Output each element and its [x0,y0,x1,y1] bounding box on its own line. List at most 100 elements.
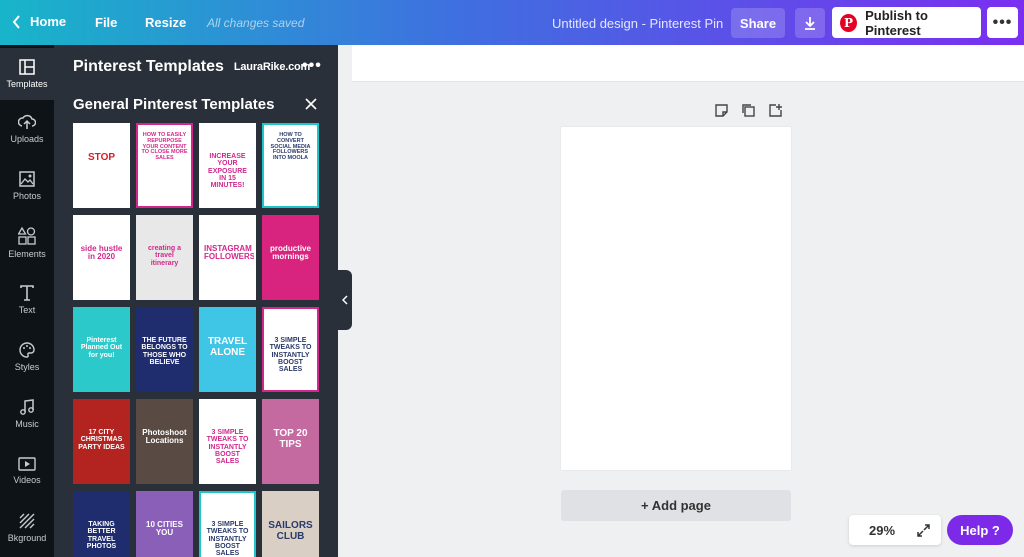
rail-item-styles[interactable]: Styles [0,331,54,383]
rail-label: Text [18,305,36,315]
resize-menu[interactable]: Resize [145,15,186,30]
text-icon [20,285,34,301]
template-thumbnail-text: 3 SIMPLE TWEAKS TO INSTANTLY BOOST SALES [269,337,312,374]
page-tools [714,103,783,118]
template-thumbnail-text: creating a travel itinerary [147,245,182,267]
publish-label: Publish to Pinterest [865,7,928,38]
panel-site-label: LauraRike.com [233,61,311,73]
close-section-button[interactable] [305,97,317,115]
document-title[interactable]: Untitled design - Pinterest Pin [552,16,723,31]
elements-icon [18,227,36,245]
download-icon [805,17,815,30]
template-thumbnail-text: 10 CITIES YOU [146,520,183,538]
template-thumbnail[interactable]: productive mornings [262,215,319,300]
rail-item-uploads[interactable]: Uploads [0,103,54,155]
pinterest-logo-icon: P [840,13,858,32]
top-bar: Home File Resize All changes saved Untit… [0,0,1024,45]
rail-label: Bkground [7,533,47,543]
design-page[interactable] [561,127,791,470]
photo-icon [19,171,35,187]
template-thumbnail[interactable]: 17 CITY CHRISTMAS PARTY IDEAS [73,399,130,484]
template-thumbnail-text: INCREASE YOUR EXPOSURE IN 15 MINUTES! [208,153,247,190]
rail-item-videos[interactable]: Videos [0,445,54,497]
template-thumbnail[interactable]: INCREASE YOUR EXPOSURE IN 15 MINUTES! [199,123,256,208]
template-thumbnail-text: 3 SIMPLE TWEAKS TO INSTANTLY BOOST SALES [206,521,249,557]
rail-label: Uploads [10,134,44,144]
zoom-control[interactable]: 29% [849,515,941,545]
section-title: General Pinterest Templates [73,96,275,113]
template-thumbnail[interactable]: THE FUTURE BELONGS TO THOSE WHO BELIEVE [136,307,193,392]
template-thumbnail-text: STOP [87,152,116,163]
template-thumbnail[interactable]: TRAVEL ALONE [199,307,256,392]
template-thumbnail[interactable]: TOP 20 TIPS [262,399,319,484]
publish-to-pinterest-button[interactable]: P Publish to Pinterest [832,7,981,38]
file-menu[interactable]: File [95,15,117,30]
notes-icon[interactable] [714,103,729,118]
collapse-panel-button[interactable] [338,270,352,330]
side-rail: Templates Uploads Photos Elements Text S… [0,45,54,557]
rail-label: Music [15,419,39,429]
template-thumbnail[interactable]: INSTAGRAM FOLLOWERS [199,215,256,300]
template-thumbnail[interactable]: Pinterest Planned Out for you! [73,307,130,392]
template-thumbnail[interactable]: creating a travel itinerary [136,215,193,300]
download-button[interactable] [795,8,825,38]
home-button[interactable]: Home [12,14,66,29]
rail-item-bkground[interactable]: Bkground [0,502,54,554]
template-thumbnail[interactable]: side hustle in 2020 [73,215,130,300]
template-thumbnail-text: TOP 20 TIPS [273,428,308,450]
upload-cloud-icon [18,114,36,129]
add-page-button[interactable]: + Add page [561,490,791,521]
rail-item-music[interactable]: Music [0,388,54,440]
template-thumbnail[interactable]: 10 CITIES YOU [136,491,193,557]
rail-item-text[interactable]: Text [0,274,54,326]
rail-item-photos[interactable]: Photos [0,160,54,212]
canvas-toolbar [352,45,1024,82]
templates-icon [19,59,35,75]
share-button[interactable]: Share [731,8,785,38]
rail-label: Styles [14,362,40,372]
template-thumbnail-text: Pinterest Planned Out for you! [80,337,123,359]
add-page-icon[interactable] [768,103,783,118]
rail-label: Templates [6,79,48,89]
template-thumbnail[interactable]: 3 SIMPLE TWEAKS TO INSTANTLY BOOST SALES [199,399,256,484]
rail-item-elements[interactable]: Elements [0,217,54,269]
chevron-left-icon [342,295,348,305]
rail-item-templates[interactable]: Templates [0,48,54,100]
help-button[interactable]: Help ? [947,515,1013,545]
duplicate-icon[interactable] [741,103,756,118]
rail-label: Videos [13,475,41,485]
template-thumbnail-text: 3 SIMPLE TWEAKS TO INSTANTLY BOOST SALES [206,429,249,466]
video-icon [18,457,36,471]
template-thumbnail[interactable]: 3 SIMPLE TWEAKS TO INSTANTLY BOOST SALES [262,307,319,392]
template-thumbnail[interactable]: STOP [73,123,130,208]
save-status: All changes saved [207,16,305,30]
rail-label: Photos [12,191,42,201]
panel-more-button[interactable]: ••• [302,57,322,75]
templates-panel: Pinterest Templates LauraRike.com ••• Ge… [54,45,338,557]
template-thumbnail-text: TRAVEL ALONE [207,336,248,358]
template-thumbnail[interactable]: 3 SIMPLE TWEAKS TO INSTANTLY BOOST SALES [199,491,256,557]
template-thumbnail-text: HOW TO CONVERT SOCIAL MEDIA FOLLOWERS IN… [270,132,311,162]
template-thumbnail[interactable]: Photoshoot Locations [136,399,193,484]
music-icon [20,399,34,415]
fullscreen-icon[interactable] [917,523,930,537]
rail-label: Elements [8,249,46,259]
template-thumbnail-text: THE FUTURE BELONGS TO THOSE WHO BELIEVE [141,337,188,367]
palette-icon [19,342,35,358]
more-options-button[interactable]: ••• [987,7,1018,38]
template-thumbnail-text: Photoshoot Locations [142,428,187,446]
template-thumbnail-text: INSTAGRAM FOLLOWERS [204,244,256,262]
template-thumbnail[interactable]: SAILORS CLUB [262,491,319,557]
template-thumbnail[interactable]: HOW TO CONVERT SOCIAL MEDIA FOLLOWERS IN… [262,123,319,208]
template-thumbnail-text: side hustle in 2020 [80,244,123,262]
panel-title: Pinterest Templates [73,58,224,75]
template-thumbnail-text: productive mornings [270,244,311,262]
template-thumbnail-text: SAILORS CLUB [268,520,313,542]
template-thumbnail[interactable]: HOW TO EASILY REPURPOSE YOUR CONTENT TO … [136,123,193,208]
template-thumbnail-text: TAKING BETTER TRAVEL PHOTOS [86,521,117,551]
template-thumbnail-text: HOW TO EASILY REPURPOSE YOUR CONTENT TO … [141,132,188,162]
zoom-level: 29% [869,522,896,538]
chevron-left-icon [12,14,20,29]
template-thumbnail[interactable]: TAKING BETTER TRAVEL PHOTOS [73,491,130,557]
template-thumbnail-text: 17 CITY CHRISTMAS PARTY IDEAS [78,429,125,451]
